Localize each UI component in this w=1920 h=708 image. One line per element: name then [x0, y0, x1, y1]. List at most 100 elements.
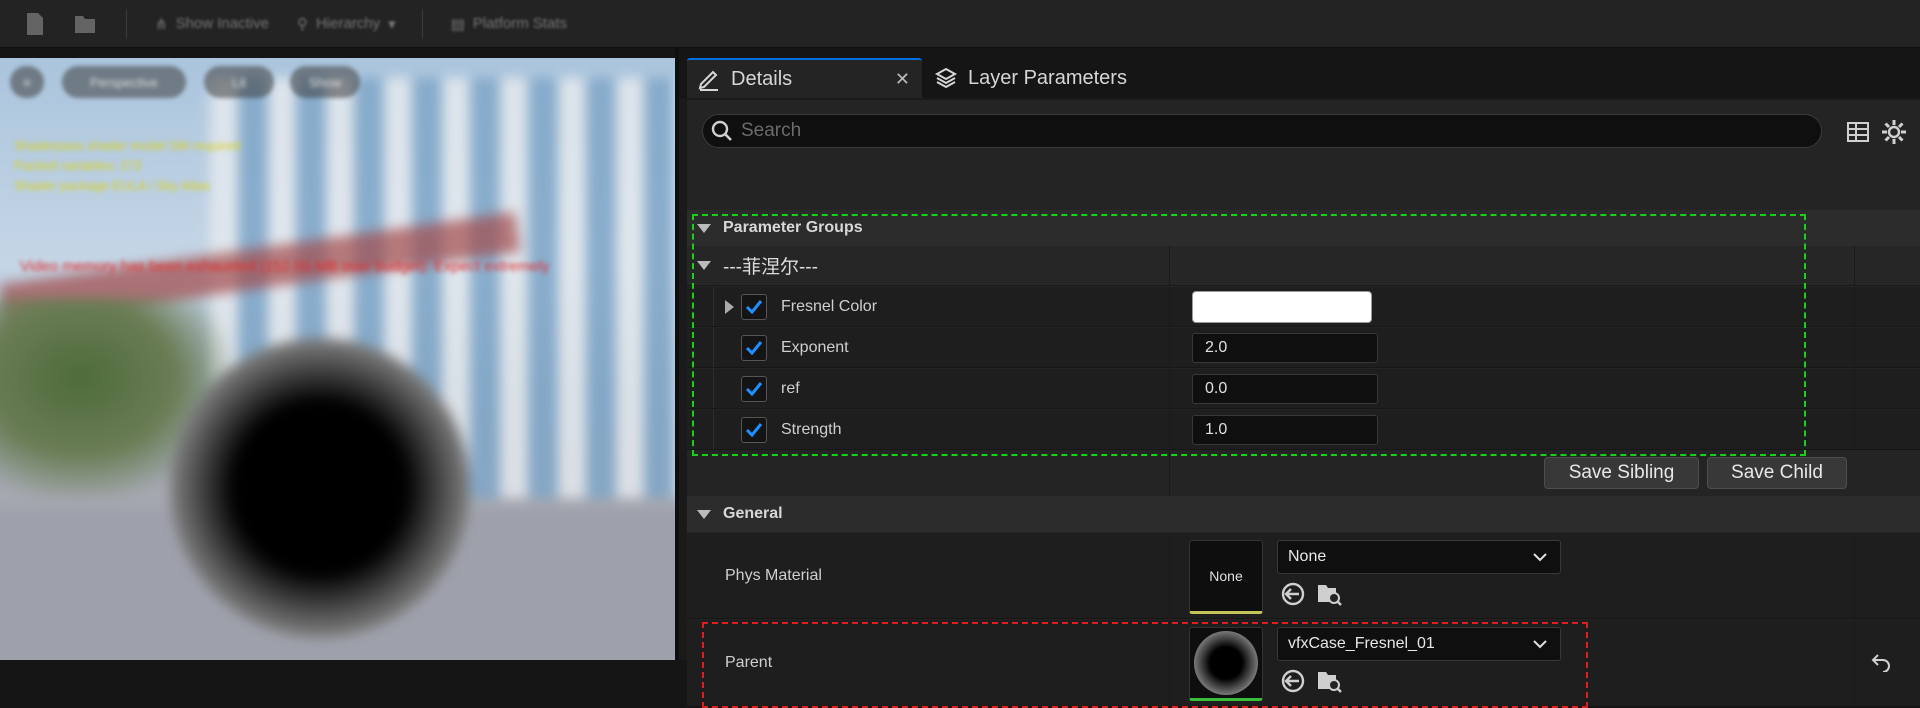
reset-to-default-icon[interactable]: [1867, 648, 1895, 676]
tab-details-label: Details: [731, 67, 793, 90]
param-enable-checkbox[interactable]: [741, 334, 767, 361]
parent-combo[interactable]: vfxCase_Fresnel_01: [1277, 627, 1561, 661]
phys-material-label: Phys Material: [725, 566, 822, 584]
stats-icon: ▤: [450, 15, 465, 33]
tab-details[interactable]: Details ✕: [687, 58, 922, 98]
category-general[interactable]: General: [687, 496, 1920, 532]
category-parameter-groups[interactable]: Parameter Groups: [687, 210, 1920, 246]
fresnel-color-swatch[interactable]: [1192, 290, 1372, 323]
column-divider: [1854, 410, 1855, 449]
parent-thumbnail[interactable]: [1189, 627, 1263, 701]
parent-label: Parent: [725, 654, 773, 671]
indent-guide: [713, 369, 714, 408]
column-divider: [1169, 328, 1170, 367]
document-icon[interactable]: [20, 10, 50, 38]
save-child-button[interactable]: Save Child: [1707, 457, 1847, 489]
platform-stats-button[interactable]: ▤ Platform Stats: [451, 15, 567, 33]
viewport-overlay: ≡ Perspective Lit Show Shaderpass shader…: [0, 58, 675, 660]
indent-guide: [713, 287, 714, 326]
indent-guide: [713, 328, 714, 367]
param-row-fresnel-color: Fresnel Color: [687, 287, 1920, 327]
phys-material-row: Phys Material None None: [687, 533, 1920, 619]
toolbar-separator: [421, 8, 423, 39]
viewport-lit-button[interactable]: Lit: [204, 66, 274, 98]
toolbar-separator: [126, 8, 127, 39]
param-row-ref: ref 0.0: [687, 369, 1920, 409]
ref-field[interactable]: 0.0: [1192, 373, 1378, 404]
indent-guide: [713, 410, 714, 449]
use-selected-icon[interactable]: [1279, 667, 1307, 695]
show-inactive-button[interactable]: ⋔ Show Inactive: [155, 15, 269, 33]
details-content: Parameter Groups ---菲涅尔--- Fresnel Color: [687, 100, 1920, 708]
gear-icon[interactable]: [1880, 118, 1908, 146]
use-selected-icon[interactable]: [1279, 580, 1307, 608]
column-divider: [1169, 246, 1170, 285]
viewport-info-line: Shader package EULA / Sky Atlas: [14, 178, 210, 193]
close-icon[interactable]: ✕: [895, 69, 910, 90]
chevron-down-icon: [1532, 549, 1548, 570]
layers-icon: [934, 66, 958, 90]
hierarchy-label: Hierarchy: [315, 15, 381, 32]
strength-field[interactable]: 1.0: [1192, 414, 1378, 445]
viewport-warning: Video memory has been exhausted (152.00 …: [20, 258, 550, 275]
browse-asset-icon[interactable]: [1315, 580, 1343, 608]
tab-layer-parameters[interactable]: Layer Parameters: [934, 58, 1164, 98]
viewport-perspective-button[interactable]: Perspective: [62, 66, 186, 98]
table-view-icon[interactable]: [1844, 118, 1872, 146]
column-divider: [1169, 369, 1170, 408]
column-divider: [1854, 246, 1855, 285]
branch-icon: ⋔: [155, 15, 168, 33]
save-sibling-button[interactable]: Save Sibling: [1544, 457, 1699, 489]
combo-value: vfxCase_Fresnel_01: [1288, 635, 1435, 652]
viewport-info-line: Shaderpass shader model SM required: [14, 138, 241, 153]
param-enable-checkbox[interactable]: [741, 375, 767, 402]
browse-asset-icon[interactable]: [1315, 667, 1343, 695]
column-divider: [1854, 620, 1855, 706]
column-divider: [1854, 533, 1855, 618]
param-label: Exponent: [781, 338, 849, 356]
column-divider: [1169, 451, 1170, 495]
phys-material-combo[interactable]: None: [1277, 540, 1561, 574]
collapse-arrow-icon: [697, 509, 711, 519]
column-divider: [1169, 620, 1170, 706]
viewport-info-line: Packed variables: 272: [14, 158, 142, 173]
viewport-options-button[interactable]: ≡: [10, 66, 44, 98]
folder-icon[interactable]: [70, 10, 100, 38]
category-title: General: [723, 505, 783, 522]
main-toolbar: ⋔ Show Inactive ⚲ Hierarchy ▾ ▤ Platform…: [0, 0, 1920, 48]
search-box: [702, 114, 1822, 148]
column-divider: [1169, 410, 1170, 449]
pencil-icon: [697, 67, 721, 91]
category-title: Parameter Groups: [723, 219, 863, 236]
chevron-down-icon: ▾: [388, 15, 396, 33]
save-buttons-row: Save Sibling Save Child: [687, 451, 1920, 495]
tab-layer-parameters-label: Layer Parameters: [968, 66, 1127, 89]
search-input[interactable]: [741, 120, 1741, 142]
param-row-strength: Strength 1.0: [687, 410, 1920, 450]
column-divider: [1854, 369, 1855, 408]
param-enable-checkbox[interactable]: [741, 293, 767, 320]
expand-arrow-icon[interactable]: [725, 299, 734, 314]
exponent-field[interactable]: 2.0: [1192, 332, 1378, 363]
group-name: ---菲涅尔---: [723, 257, 818, 278]
collapse-arrow-icon: [697, 261, 711, 270]
param-row-exponent: Exponent 2.0: [687, 328, 1920, 368]
details-panel: Details ✕ Layer Parameters Parameter Gro: [675, 48, 1920, 708]
thumbnail-text: None: [1209, 568, 1243, 584]
parent-row: Parent vfxCase_Fresnel_01: [687, 620, 1920, 706]
column-divider: [1854, 287, 1855, 326]
column-divider: [1169, 533, 1170, 618]
viewport-show-button[interactable]: Show: [290, 66, 360, 98]
column-divider: [1854, 328, 1855, 367]
hierarchy-dropdown[interactable]: ⚲ Hierarchy ▾: [297, 15, 396, 33]
parameter-group-row[interactable]: ---菲涅尔---: [687, 246, 1920, 286]
material-preview-viewport[interactable]: ≡ Perspective Lit Show Shaderpass shader…: [0, 58, 675, 660]
combo-value: None: [1288, 548, 1327, 565]
param-label: ref: [781, 379, 800, 397]
param-enable-checkbox[interactable]: [741, 416, 767, 443]
phys-material-thumbnail[interactable]: None: [1189, 540, 1263, 614]
panel-tab-bar: Details ✕ Layer Parameters: [679, 48, 1920, 98]
param-label: Fresnel Color: [781, 297, 878, 315]
chevron-down-icon: [1532, 636, 1548, 657]
hierarchy-icon: ⚲: [296, 15, 308, 33]
